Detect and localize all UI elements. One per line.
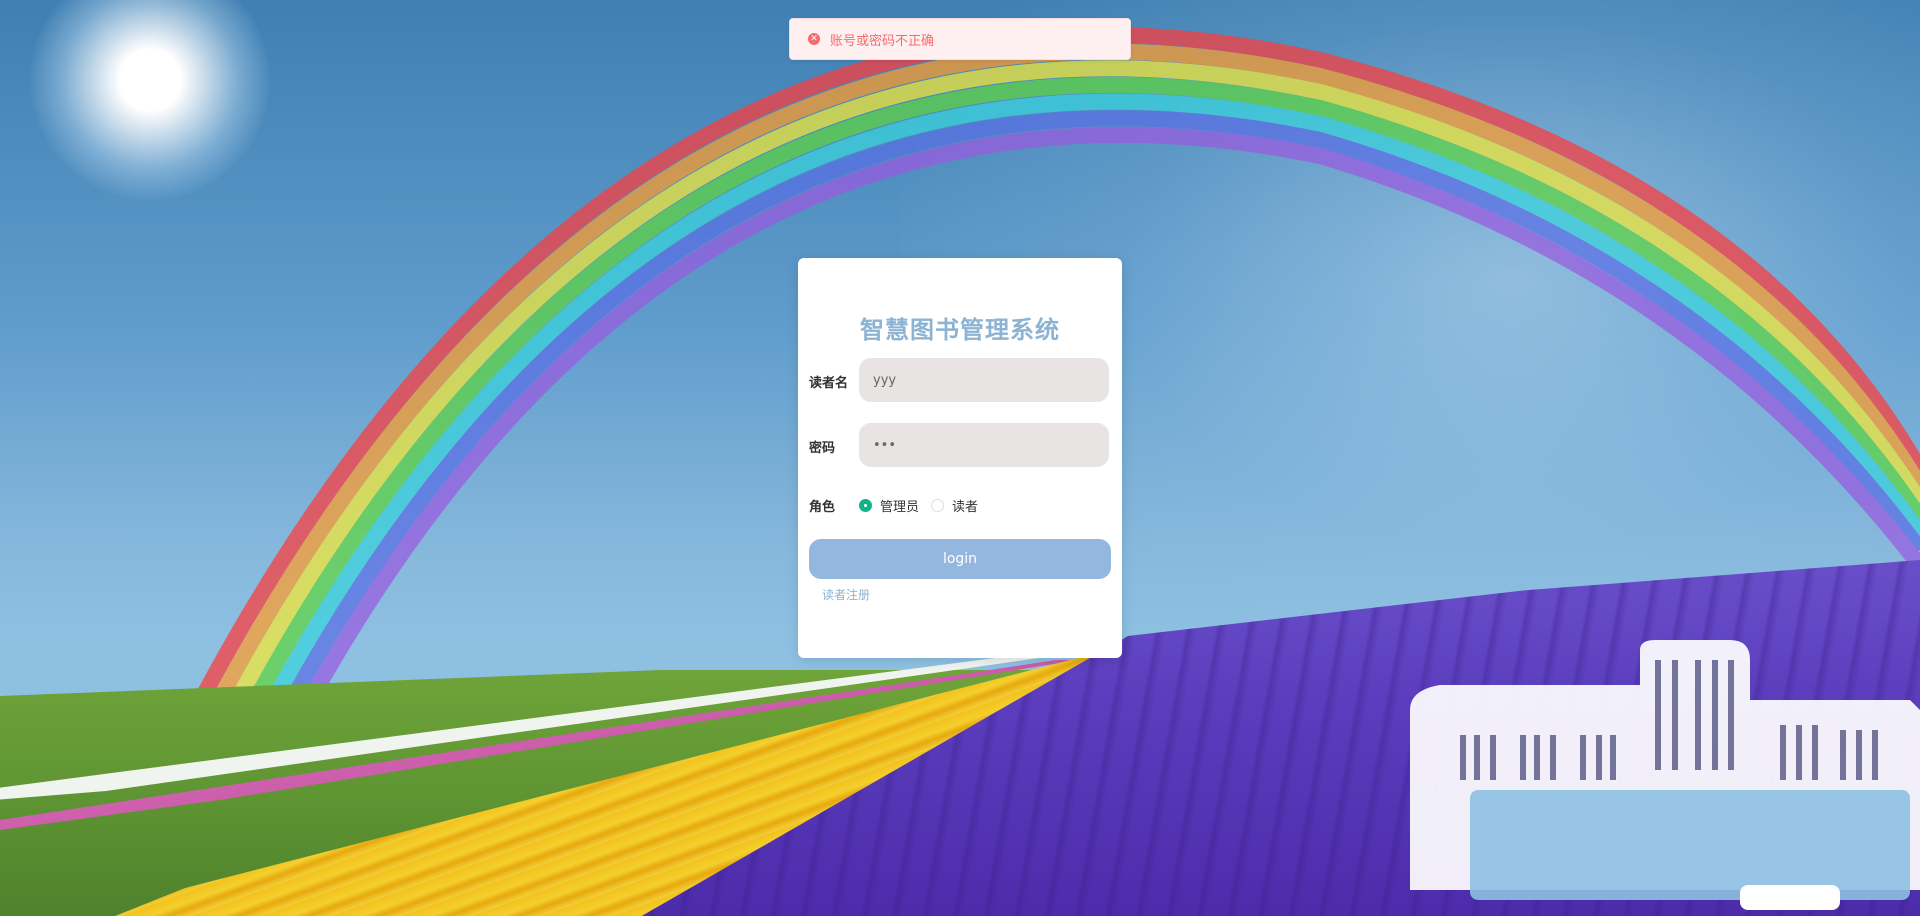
- password-input[interactable]: [859, 423, 1109, 467]
- radio-checked-icon[interactable]: [859, 499, 872, 512]
- username-input[interactable]: [859, 358, 1109, 402]
- login-background: ✕ 账号或密码不正确 智慧图书管理系统 读者名 密码 角色 管理员 读者 log…: [0, 0, 1920, 916]
- error-circle-icon: ✕: [808, 33, 820, 45]
- role-radio-reader[interactable]: 读者: [931, 496, 978, 515]
- toast-message: 账号或密码不正确: [830, 33, 935, 49]
- register-link[interactable]: 读者注册: [822, 586, 870, 603]
- username-label: 读者名: [809, 376, 849, 391]
- page-title: 智慧图书管理系统: [860, 316, 1060, 344]
- role-radio-label: 读者: [952, 500, 979, 515]
- role-radio-label: 管理员: [880, 500, 920, 515]
- watermark-logo: [1410, 640, 1920, 910]
- login-button[interactable]: login: [809, 539, 1111, 579]
- role-radio-group: 管理员 读者: [859, 496, 990, 515]
- login-card: 智慧图书管理系统 读者名 密码 角色 管理员 读者 login 读者注册: [798, 258, 1122, 658]
- role-label: 角色: [809, 500, 836, 515]
- error-toast: ✕ 账号或密码不正确: [789, 18, 1131, 60]
- password-label: 密码: [809, 441, 836, 456]
- radio-unchecked-icon[interactable]: [931, 499, 945, 512]
- role-radio-admin[interactable]: 管理员: [859, 496, 919, 515]
